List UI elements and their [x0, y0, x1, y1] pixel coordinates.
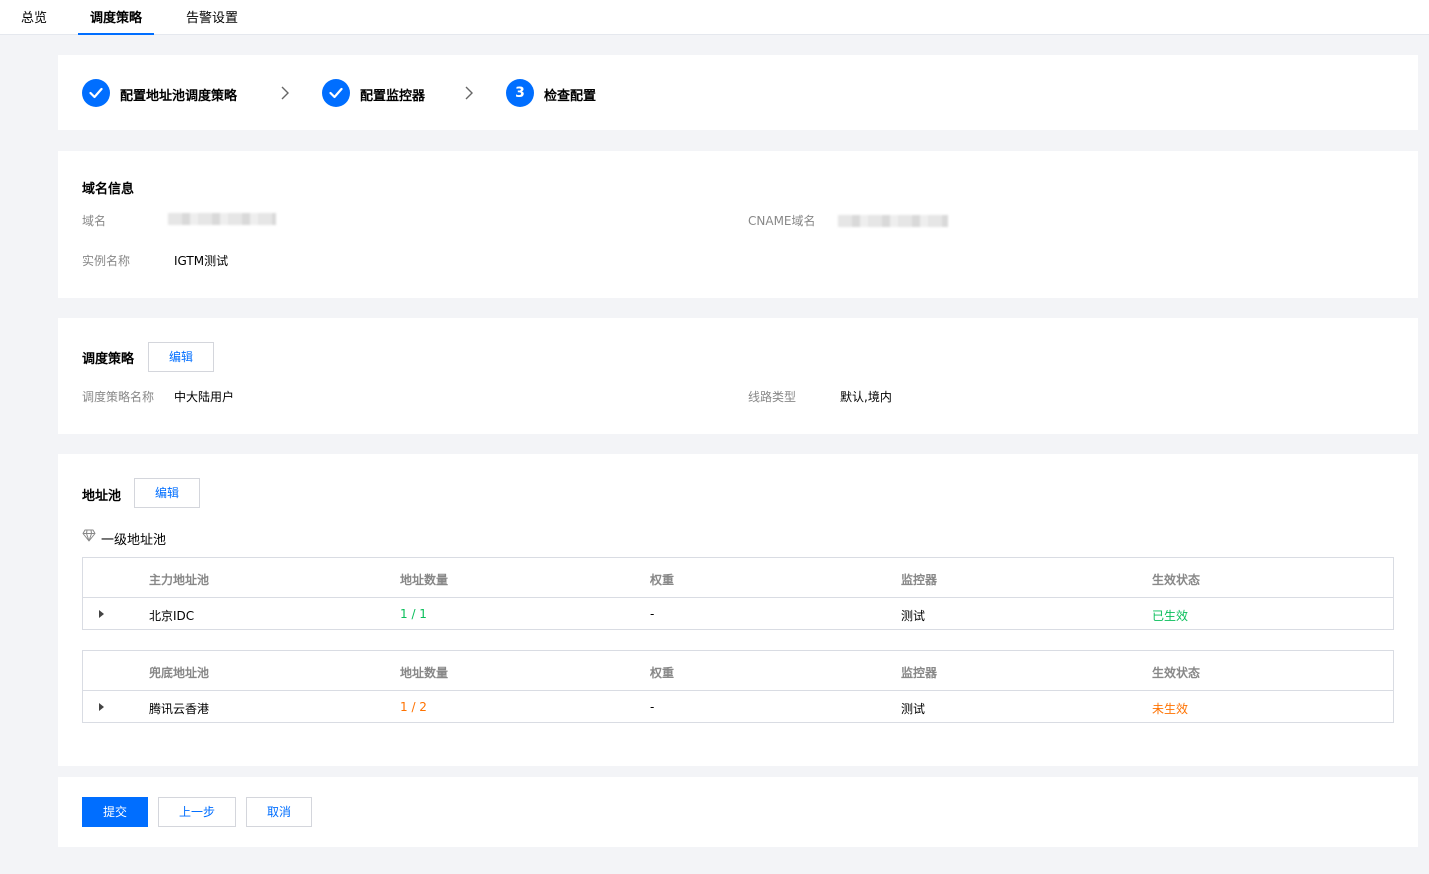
submit-button[interactable]: 提交	[82, 797, 148, 827]
domain-label: 域名	[82, 214, 107, 228]
strategy-edit-button[interactable]: 编辑	[148, 342, 214, 372]
column-header: 兜底地址池	[149, 666, 210, 680]
instance-name-value: IGTM测试	[174, 254, 229, 268]
weight: -	[650, 607, 655, 621]
instance-name-label: 实例名称	[82, 254, 131, 268]
domain-info-card: 域名信息 域名 CNAME域名 实例名称 IGTM测试	[58, 151, 1418, 298]
weight: -	[650, 700, 655, 714]
address-pool-card: 地址池 编辑 一级地址池 主力地址池 地址数量 权重 监控器 生效状态 北京ID…	[58, 454, 1418, 766]
address-count: 1 / 1	[400, 607, 427, 621]
monitor: 测试	[901, 702, 926, 716]
column-header: 主力地址池	[149, 573, 210, 587]
table-row[interactable]: 北京IDC 1 / 1 - 测试 已生效	[83, 598, 1393, 629]
address-pool-edit-button[interactable]: 编辑	[134, 478, 200, 508]
tab-overview[interactable]: 总览	[10, 0, 58, 35]
address-count: 1 / 2	[400, 700, 427, 714]
monitor: 测试	[901, 609, 926, 623]
prev-step-button[interactable]: 上一步	[158, 797, 236, 827]
action-bar: 提交 上一步 取消	[58, 777, 1418, 847]
step-1-check-icon	[82, 79, 110, 107]
table-row[interactable]: 腾讯云香港 1 / 2 - 测试 未生效	[83, 691, 1393, 722]
diamond-icon	[82, 529, 96, 542]
domain-value-redacted	[168, 213, 276, 225]
cancel-button[interactable]: 取消	[246, 797, 312, 827]
tab-alert-settings[interactable]: 告警设置	[174, 0, 250, 35]
domain-info-title: 域名信息	[82, 182, 135, 197]
column-header: 生效状态	[1152, 573, 1201, 587]
address-pool-title: 地址池	[82, 489, 122, 504]
expand-caret-icon[interactable]	[99, 703, 104, 711]
step-2-check-icon	[322, 79, 350, 107]
column-header: 监控器	[901, 666, 938, 680]
pool-name: 腾讯云香港	[149, 702, 210, 716]
fallback-pool-table: 兜底地址池 地址数量 权重 监控器 生效状态 腾讯云香港 1 / 2 - 测试 …	[82, 650, 1394, 723]
line-type-label: 线路类型	[748, 390, 797, 404]
cname-value-redacted	[838, 215, 948, 227]
pool-name: 北京IDC	[149, 609, 195, 623]
strategy-name-label: 调度策略名称	[82, 390, 155, 404]
primary-pool-table: 主力地址池 地址数量 权重 监控器 生效状态 北京IDC 1 / 1 - 测试 …	[82, 557, 1394, 630]
steps-card: 配置地址池调度策略 配置监控器 3 检查配置	[58, 55, 1418, 130]
strategy-card: 调度策略 编辑 调度策略名称 中大陆用户 线路类型 默认,境内	[58, 318, 1418, 434]
column-header: 地址数量	[400, 573, 449, 587]
line-type-value: 默认,境内	[840, 390, 892, 404]
strategy-name-value: 中大陆用户	[174, 390, 235, 404]
tab-dispatch-strategy[interactable]: 调度策略	[78, 0, 154, 35]
level-1-pool-label: 一级地址池	[101, 533, 167, 548]
chevron-right-icon	[281, 86, 289, 100]
step-2-label: 配置监控器	[360, 89, 426, 104]
column-header: 监控器	[901, 573, 938, 587]
table-header: 主力地址池 地址数量 权重 监控器 生效状态	[83, 558, 1393, 598]
column-header: 地址数量	[400, 666, 449, 680]
strategy-title: 调度策略	[82, 352, 135, 367]
step-1-label: 配置地址池调度策略	[120, 89, 238, 104]
status-badge: 已生效	[1152, 609, 1189, 623]
top-tab-bar: 总览 调度策略 告警设置	[0, 0, 1429, 35]
step-3-label: 检查配置	[544, 89, 597, 104]
table-header: 兜底地址池 地址数量 权重 监控器 生效状态	[83, 651, 1393, 691]
column-header: 权重	[650, 666, 675, 680]
column-header: 权重	[650, 573, 675, 587]
status-badge: 未生效	[1152, 702, 1189, 716]
column-header: 生效状态	[1152, 666, 1201, 680]
cname-label: CNAME域名	[748, 214, 816, 228]
step-3-number-icon: 3	[506, 79, 534, 107]
chevron-right-icon	[465, 86, 473, 100]
expand-caret-icon[interactable]	[99, 610, 104, 618]
